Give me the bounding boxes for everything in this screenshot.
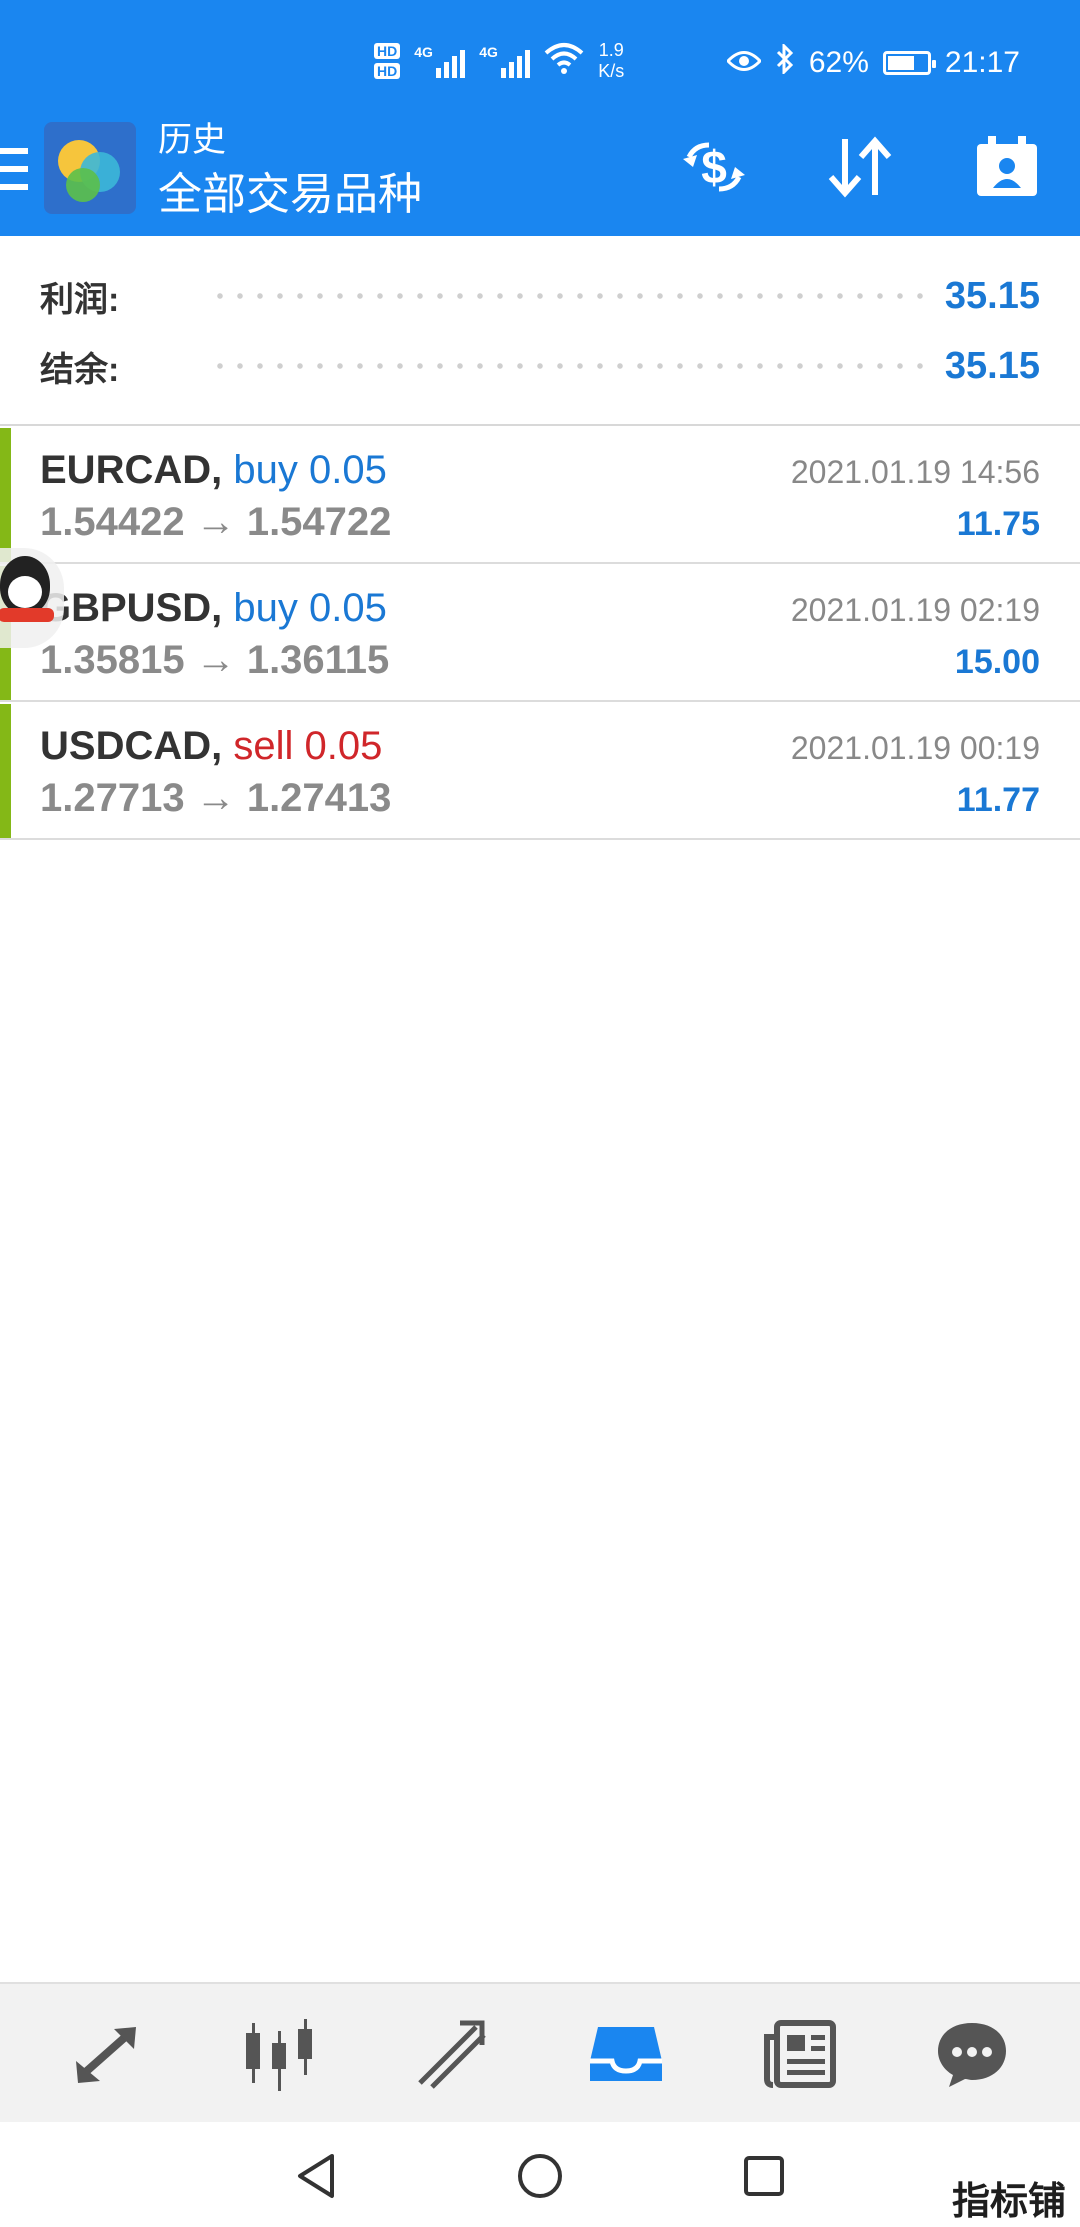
back-icon[interactable] bbox=[286, 2146, 346, 2206]
menu-icon[interactable] bbox=[0, 148, 28, 190]
deal-symbol-line: USDCAD, sell 0.05 bbox=[40, 722, 382, 770]
deal-time: 2021.01.19 00:19 bbox=[790, 730, 1040, 766]
sort-icon[interactable] bbox=[822, 132, 898, 202]
home-icon[interactable] bbox=[510, 2146, 570, 2206]
status-right: 62% 21:17 bbox=[725, 40, 1020, 86]
currency-exchange-icon[interactable]: $ bbox=[672, 132, 756, 202]
status-left: HD HD 4G 4G 1.9 K/s bbox=[374, 36, 624, 86]
deal-prices: 1.54422 → 1.54722 bbox=[40, 500, 392, 544]
app-bar: 历史 全部交易品种 $ bbox=[0, 118, 1080, 236]
profit-label: 利润: bbox=[40, 280, 120, 319]
page-title: 历史 bbox=[158, 121, 226, 159]
deal-profit: 11.75 bbox=[956, 505, 1040, 543]
recent-apps-icon[interactable] bbox=[734, 2146, 794, 2206]
bluetooth-icon bbox=[775, 42, 795, 82]
deal-time: 2021.01.19 02:19 bbox=[790, 592, 1040, 628]
profit-row: 利润: 35.15 bbox=[40, 266, 1040, 326]
deal-time: 2021.01.19 14:56 bbox=[790, 454, 1040, 490]
chart-icon[interactable] bbox=[232, 2006, 328, 2102]
deal-symbol-line: EURCAD, buy 0.05 bbox=[40, 446, 387, 494]
deal-prices: 1.27713 → 1.27413 bbox=[40, 776, 392, 820]
deal-side: buy 0.05 bbox=[233, 586, 387, 630]
deal-row[interactable]: EURCAD, buy 0.05 1.54422 → 1.54722 2021.… bbox=[0, 428, 1080, 564]
status-bar: HD HD 4G 4G 1.9 K/s 62% 21:17 bbox=[0, 0, 1080, 118]
symbol-filter-title[interactable]: 全部交易品种 bbox=[158, 168, 422, 222]
metatrader-logo[interactable] bbox=[44, 122, 136, 214]
profit-indicator-bar bbox=[0, 428, 11, 562]
qq-floating-bubble-icon[interactable] bbox=[0, 548, 64, 648]
eye-icon bbox=[725, 46, 762, 80]
top-bar: HD HD 4G 4G 1.9 K/s 62% 21:17 历史 全部交易品种 … bbox=[0, 0, 1080, 236]
quotes-icon[interactable] bbox=[60, 2006, 156, 2102]
dotted-leader bbox=[210, 293, 923, 299]
sim1-hd-badge: HD bbox=[374, 43, 401, 59]
history-icon[interactable] bbox=[578, 2006, 674, 2102]
balance-value: 35.15 bbox=[944, 344, 1040, 387]
bottom-navigation bbox=[0, 1982, 1080, 2122]
clock: 21:17 bbox=[944, 46, 1020, 79]
deal-symbol-line: GBPUSD, buy 0.05 bbox=[40, 584, 387, 632]
battery-icon bbox=[882, 51, 936, 75]
dotted-leader bbox=[210, 363, 923, 369]
system-navigation-bar bbox=[0, 2122, 1080, 2227]
profit-value: 35.15 bbox=[944, 274, 1040, 317]
balance-label: 结余: bbox=[40, 350, 120, 389]
svg-text:$: $ bbox=[701, 141, 727, 193]
trade-icon[interactable] bbox=[404, 2006, 500, 2102]
summary-panel: 利润: 35.15 结余: 35.15 bbox=[0, 236, 1080, 426]
signal-2-icon: 4G bbox=[479, 44, 531, 78]
deal-side: sell 0.05 bbox=[233, 724, 383, 768]
deal-symbol: GBPUSD, bbox=[40, 586, 223, 630]
watermark: 指标铺 bbox=[951, 2181, 1066, 2223]
news-icon[interactable] bbox=[752, 2006, 848, 2102]
deal-symbol: EURCAD, bbox=[40, 448, 223, 492]
deal-profit: 15.00 bbox=[954, 643, 1040, 681]
profit-indicator-bar bbox=[0, 704, 11, 838]
deal-row[interactable]: GBPUSD, buy 0.05 1.35815 → 1.36115 2021.… bbox=[0, 566, 1080, 702]
sim2-hd-badge: HD bbox=[374, 63, 401, 79]
deal-row[interactable]: USDCAD, sell 0.05 1.27713 → 1.27413 2021… bbox=[0, 704, 1080, 840]
signal-1-icon: 4G bbox=[414, 44, 466, 78]
period-calendar-icon[interactable] bbox=[972, 132, 1042, 202]
network-speed: 1.9 K/s bbox=[598, 40, 625, 81]
deal-side: buy 0.05 bbox=[233, 448, 387, 492]
deal-profit: 11.77 bbox=[956, 781, 1040, 819]
chat-icon[interactable] bbox=[924, 2006, 1020, 2102]
wifi-icon bbox=[544, 41, 584, 81]
battery-percent: 62% bbox=[808, 46, 869, 79]
deal-prices: 1.35815 → 1.36115 bbox=[40, 638, 390, 682]
hd-indicators: HD HD bbox=[374, 43, 401, 79]
deal-symbol: USDCAD, bbox=[40, 724, 223, 768]
balance-row: 结余: 35.15 bbox=[40, 336, 1040, 396]
